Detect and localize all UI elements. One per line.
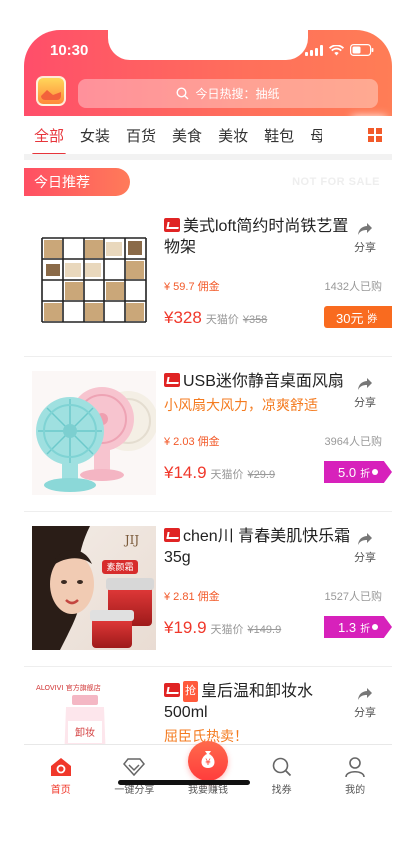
share-button[interactable]: 分享 — [348, 687, 382, 720]
price: ¥19.9 天猫价 ¥149.9 — [164, 618, 282, 637]
svg-text:素颜霜: 素颜霜 — [106, 561, 133, 573]
share-icon — [358, 378, 372, 390]
signal-icon — [305, 44, 323, 56]
product-card[interactable]: USB迷你静音桌面风扇 小风扇大风力，凉爽舒适 分享 ¥ 2.03 佣金 396… — [24, 357, 392, 512]
tab-beauty[interactable]: 美妆 — [218, 125, 248, 146]
tab-general[interactable]: 百货 — [126, 125, 156, 146]
grid-icon — [368, 128, 382, 142]
wifi-icon — [329, 44, 344, 56]
section-title: 今日推荐 — [24, 168, 130, 196]
sold-count: 1527人已购 — [324, 591, 382, 603]
search-icon — [176, 87, 189, 100]
commission: ¥ 59.7 佣金 — [164, 281, 220, 293]
earn-button[interactable]: ¥ — [187, 741, 228, 781]
divider — [24, 154, 392, 160]
money-bag-icon: ¥ — [201, 751, 215, 768]
bottom-nav: 首页 一键分享 ¥ 我要赚钱 找券 我的 — [24, 741, 392, 802]
home-icon — [50, 758, 71, 776]
share-icon — [358, 223, 372, 235]
flash-sale-tag: 抢 — [183, 681, 198, 702]
commission: ¥ 2.03 佣金 — [164, 436, 220, 448]
product-image: 素颜霜 JIJ — [32, 526, 156, 650]
discount-badge[interactable]: 1.3 折 — [324, 616, 392, 638]
status-time: 10:30 — [50, 42, 89, 59]
category-tabs: 全部 女装 百货 美食 美妆 鞋包 母 — [24, 116, 392, 156]
commission: ¥ 2.81 佣金 — [164, 591, 220, 603]
sold-count: 1432人已购 — [324, 281, 382, 293]
device-notch — [108, 30, 308, 60]
nav-share[interactable]: 一键分享 — [104, 757, 164, 796]
nav-find-coupon[interactable]: 找券 — [252, 757, 312, 796]
watermark-text: NOT FOR SALE — [292, 176, 380, 188]
nav-home[interactable]: 首页 — [31, 757, 91, 796]
share-icon — [358, 688, 372, 700]
user-icon — [345, 757, 365, 777]
share-icon — [358, 533, 372, 545]
share-button[interactable]: 分享 — [348, 377, 382, 410]
nav-profile[interactable]: 我的 — [325, 757, 385, 796]
share-button[interactable]: 分享 — [348, 222, 382, 255]
tmall-icon — [164, 373, 180, 387]
search-icon — [272, 757, 291, 777]
product-subtitle: 屈臣氏热卖！ — [164, 728, 248, 744]
product-image: ALOVIVI 官方旗舰店 卸妆 — [32, 681, 156, 747]
product-subtitle: 小风扇大风力，凉爽舒适 — [164, 397, 318, 413]
product-image — [32, 371, 156, 495]
discount-badge[interactable]: 5.0 折 — [324, 461, 392, 483]
battery-icon — [350, 44, 374, 56]
svg-text:卸妆: 卸妆 — [75, 726, 95, 739]
tab-women[interactable]: 女装 — [80, 125, 110, 146]
product-title: chen川 青春美肌快乐霜35g — [164, 528, 351, 566]
svg-text:ALOVIVI 官方旗舰店: ALOVIVI 官方旗舰店 — [36, 683, 101, 692]
product-card[interactable]: 美式loft简约时尚铁艺置物架 分享 ¥ 59.7 佣金 1432人已购 ¥32… — [24, 202, 392, 357]
product-title: 美式loft简约时尚铁艺置物架 — [164, 218, 349, 256]
share-button[interactable]: 分享 — [348, 532, 382, 565]
svg-text:¥: ¥ — [205, 758, 211, 768]
product-image — [32, 216, 156, 340]
phone-screen: 10:30 今日热搜：抽纸 全部 女装 百货 美食 美妆 鞋包 母 今日推荐 N… — [24, 30, 392, 820]
diamond-icon — [123, 758, 146, 777]
tab-food[interactable]: 美食 — [172, 125, 202, 146]
tmall-icon — [164, 528, 180, 542]
tmall-icon — [164, 683, 180, 697]
tab-mother-baby[interactable]: 母 — [310, 125, 322, 146]
category-grid-button[interactable] — [358, 116, 392, 154]
product-card[interactable]: 素颜霜 JIJ chen川 青春美肌快乐霜35g 分享 ¥ 2.81 佣金 15… — [24, 512, 392, 667]
price: ¥328 天猫价 ¥358 — [164, 308, 268, 327]
search-placeholder: 今日热搜：抽纸 — [195, 87, 280, 101]
home-indicator[interactable] — [118, 780, 250, 785]
product-title: 抢皇后温和卸妆水500ml — [164, 681, 314, 721]
tab-shoes-bags[interactable]: 鞋包 — [264, 125, 294, 146]
product-title: USB迷你静音桌面风扇 — [164, 371, 354, 392]
sold-count: 3964人已购 — [324, 436, 382, 448]
app-logo[interactable] — [36, 76, 66, 106]
product-card[interactable]: ALOVIVI 官方旗舰店 卸妆 抢皇后温和卸妆水500ml 屈臣氏热卖！ 分享 — [24, 667, 392, 747]
app-header: 10:30 今日热搜：抽纸 — [24, 30, 392, 116]
tab-all[interactable]: 全部 — [31, 125, 67, 156]
status-icons — [305, 44, 374, 56]
price: ¥14.9 天猫价 ¥29.9 — [164, 463, 276, 482]
tmall-icon — [164, 218, 180, 232]
svg-text:JIJ: JIJ — [123, 533, 140, 547]
coupon-badge[interactable]: 30元券 — [324, 306, 392, 328]
search-bar[interactable]: 今日热搜：抽纸 — [78, 79, 378, 108]
